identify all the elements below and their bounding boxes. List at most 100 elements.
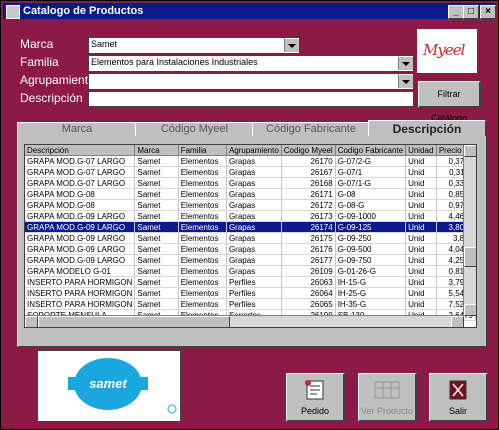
ver-producto-button[interactable]: Ver Producto (358, 373, 417, 422)
table-cell: Elementos (178, 243, 227, 255)
pedido-button[interactable]: Pedido (286, 373, 345, 422)
tab-marca[interactable]: Marca (17, 122, 137, 136)
tab-descripcion[interactable]: Descripción (368, 120, 486, 137)
table-cell: 26173 (281, 210, 336, 222)
table-cell: Unid (405, 243, 437, 255)
table-cell: Elementos (178, 155, 227, 167)
column-header[interactable]: Codigo Myeel (281, 145, 336, 156)
column-header[interactable]: Codigo Fabricante (335, 145, 407, 156)
minimize-button[interactable]: _ (448, 5, 464, 19)
table-cell: Samet (134, 254, 179, 266)
table-cell: GRAPA MOD.G-09 LARGO (25, 232, 136, 244)
table-cell: Unid (405, 199, 437, 211)
column-header[interactable]: Unidad (405, 145, 437, 156)
table-row[interactable]: INSERTO PARA HORMIGON Samet Elementos Perfi… (25, 276, 476, 288)
table-cell: Unid (405, 166, 437, 178)
pedido-label: Pedido (300, 406, 330, 416)
table-cell: 26109 (281, 265, 336, 277)
table-cell: G-08-G (335, 199, 407, 211)
table-cell: Grapas (226, 221, 282, 233)
tab-codigo-fabricante[interactable]: Código Fabricante (252, 122, 370, 136)
salir-button[interactable]: Salir (429, 373, 488, 422)
table-row[interactable]: INSERTO PARA HORMIGON Samet Elementos Perfi… (25, 287, 476, 299)
maximize-button[interactable]: □ (463, 5, 479, 19)
table-cell: GRAPA MOD.G-08 (25, 199, 136, 211)
filtrar-catalogo-button[interactable]: Filtrar Catálogo (418, 81, 481, 123)
descripcion-input[interactable] (88, 91, 414, 107)
samet-logo: samet (37, 350, 181, 422)
table-cell: Samet (134, 298, 179, 310)
ver-producto-label: Ver Producto (360, 406, 414, 416)
table-cell: IH-25-G (335, 287, 407, 299)
table-row[interactable]: GRAPA MOD.G-07 LARGO Samet Elementos Grapas… (25, 155, 476, 167)
tab-bar: Marca Código Myeel Código Fabricante Des… (17, 120, 486, 137)
window-title: Catalogo de Productos (23, 5, 144, 17)
table-cell: Samet (134, 265, 179, 277)
table-row[interactable]: GRAPA MOD.G-09 LARGO Samet Elementos Grapas… (25, 254, 476, 266)
table-cell: Grapas (226, 243, 282, 255)
column-header[interactable]: Descripción (25, 145, 136, 156)
table-row[interactable]: GRAPA MOD.G-07 LARGO Samet Elementos Grapas… (25, 177, 476, 189)
table-cell: Perfiles (226, 298, 282, 310)
agrupamiento-select[interactable] (88, 73, 414, 90)
column-header[interactable]: Familia (178, 145, 227, 156)
table-cell: GRAPA MODELO G-01 (25, 265, 136, 277)
scroll-thumb[interactable] (464, 247, 476, 267)
scroll-left-icon[interactable] (25, 316, 38, 327)
table-cell: Samet (134, 232, 179, 244)
table-row[interactable]: GRAPA MOD.G-09 LARGO Samet Elementos Grapas… (25, 221, 476, 233)
table-row[interactable]: GRAPA MOD.G-09 LARGO Samet Elementos Grapas… (25, 232, 476, 244)
scroll-up-icon[interactable] (464, 145, 476, 157)
marca-label: Marca (20, 37, 54, 51)
chevron-down-icon[interactable] (398, 74, 413, 88)
table-cell: IH-15-G (335, 276, 407, 288)
table-cell: GRAPA MOD.G-07 LARGO (25, 177, 136, 189)
familia-value: Elementos para Instalaciones Industriale… (91, 57, 258, 67)
scroll-right-icon[interactable] (451, 316, 464, 327)
horizontal-scrollbar[interactable] (25, 315, 464, 327)
products-grid[interactable]: Descripción Marca Familia Agrupamiento Codig… (24, 144, 477, 328)
table-cell: Unid (405, 265, 437, 277)
table-cell: G-09-500 (335, 243, 407, 255)
table-row[interactable]: GRAPA MOD.G-09 LARGO Samet Elementos Grapas… (25, 243, 476, 255)
exit-icon (449, 380, 467, 400)
column-header[interactable]: Agrupamiento (226, 145, 282, 156)
table-cell: GRAPA MOD.G-09 LARGO (25, 254, 136, 266)
table-cell: G-07/2-G (335, 155, 407, 167)
table-cell: Samet (134, 177, 179, 189)
marca-select[interactable]: Samet (88, 37, 300, 54)
table-cell: G-07/1 (335, 166, 407, 178)
table-cell: Samet (134, 199, 179, 211)
table-cell: Unid (405, 298, 437, 310)
column-header[interactable]: Marca (134, 145, 179, 156)
table-cell: 26064 (281, 287, 336, 299)
agrupamiento-label: Agrupamiento (20, 73, 95, 87)
table-cell: 26065 (281, 298, 336, 310)
table-cell: 26168 (281, 177, 336, 189)
myeel-logo: Myeel (417, 29, 477, 73)
table-row[interactable]: GRAPA MOD.G-08 Samet Elementos Grapas 26172 G… (25, 199, 476, 211)
table-row[interactable]: GRAPA MODELO G-01 Samet Elementos Grapas 261… (25, 265, 476, 277)
table-cell: Samet (134, 221, 179, 233)
table-cell: 26171 (281, 188, 336, 200)
table-cell: Grapas (226, 265, 282, 277)
scroll-down-icon[interactable] (464, 304, 476, 316)
close-button[interactable]: × (480, 5, 496, 19)
chevron-down-icon[interactable] (398, 56, 413, 70)
table-cell: INSERTO PARA HORMIGON (25, 287, 136, 299)
table-cell: Grapas (226, 188, 282, 200)
table-cell: Elementos (178, 221, 227, 233)
chevron-down-icon[interactable] (284, 38, 299, 52)
table-cell: Elementos (178, 232, 227, 244)
familia-select[interactable]: Elementos para Instalaciones Industriale… (88, 55, 414, 72)
table-row[interactable]: INSERTO PARA HORMIGON Samet Elementos Perfi… (25, 298, 476, 310)
tab-codigo-myeel[interactable]: Código Myeel (135, 122, 254, 136)
table-row[interactable]: GRAPA MOD.G-08 Samet Elementos Grapas 26171 G… (25, 188, 476, 200)
table-row[interactable]: GRAPA MOD.G-09 LARGO Samet Elementos Grapas… (25, 210, 476, 222)
app-icon (6, 5, 20, 19)
table-row[interactable]: GRAPA MOD.G-07 LARGO Samet Elementos Grapas… (25, 166, 476, 178)
vertical-scrollbar[interactable] (463, 145, 476, 316)
hscroll-thumb[interactable] (38, 316, 230, 327)
table-cell: 26167 (281, 166, 336, 178)
table-cell: G-08 (335, 188, 407, 200)
